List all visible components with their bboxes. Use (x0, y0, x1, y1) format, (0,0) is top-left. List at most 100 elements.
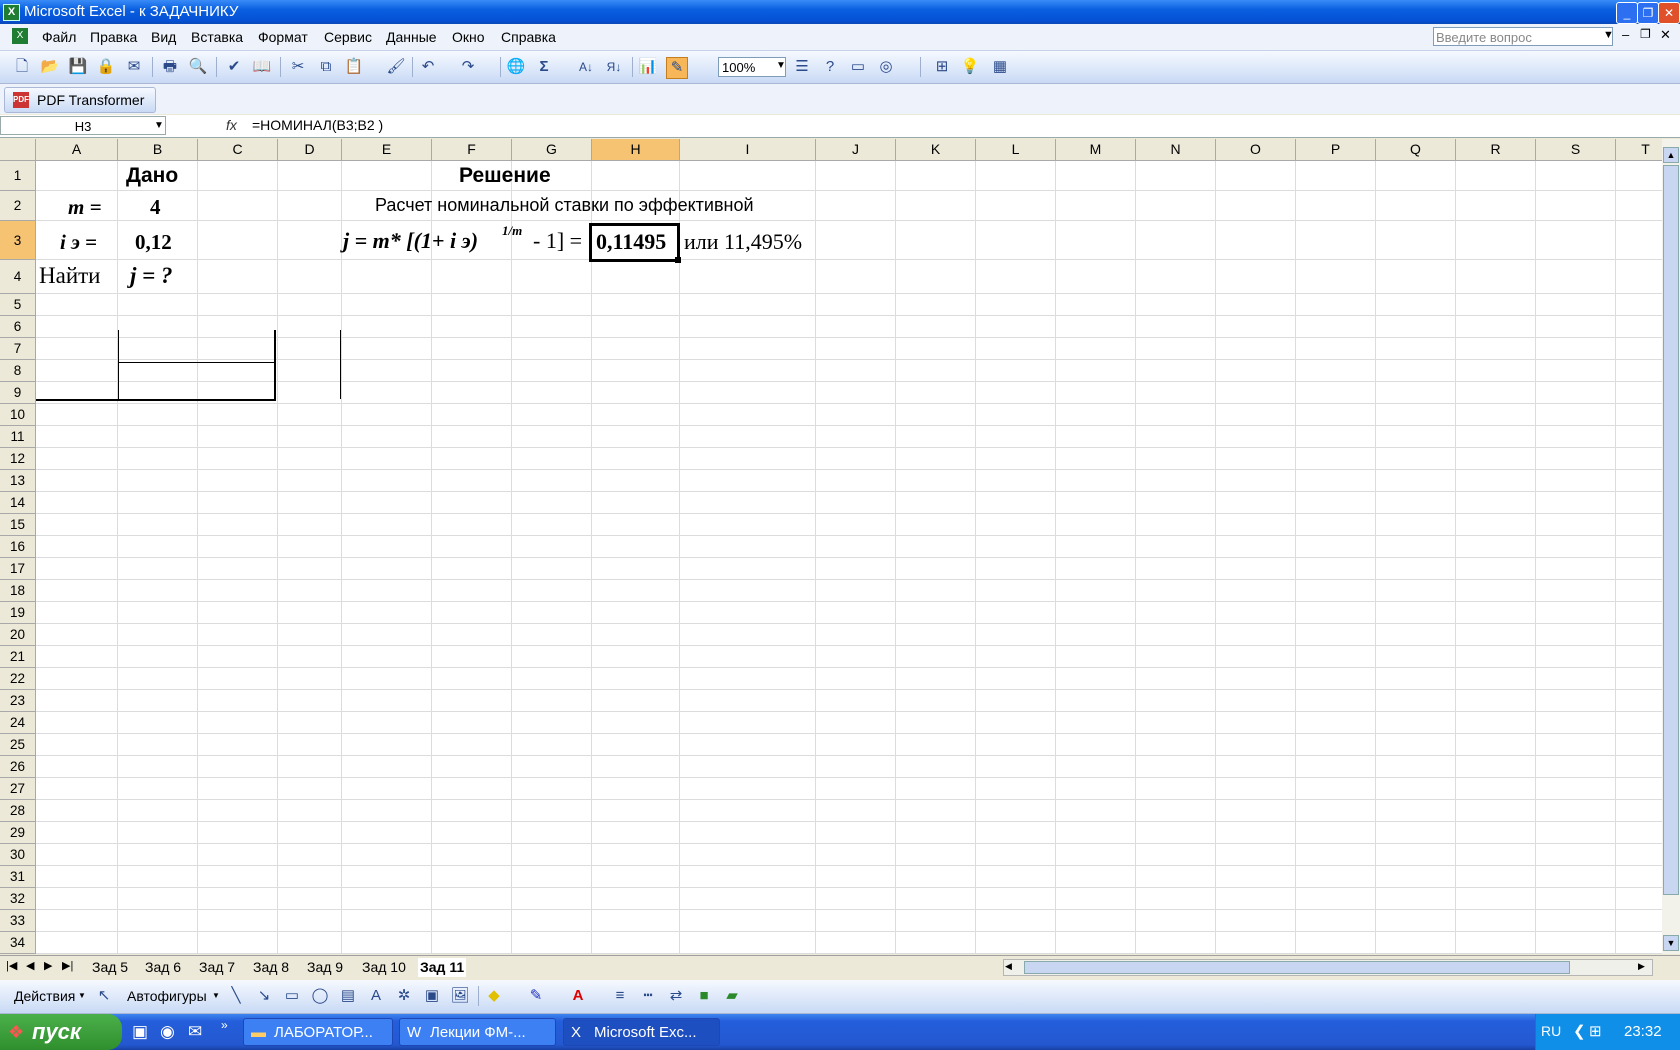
column-header-I[interactable]: I (680, 139, 816, 161)
row-header-4[interactable]: 4 (0, 260, 36, 294)
cell-E2[interactable]: Расчет номинальной ставки по эффективной (375, 195, 754, 216)
column-header-Q[interactable]: Q (1376, 139, 1456, 161)
fill-handle[interactable] (675, 257, 681, 263)
cell-A2[interactable]: m = (68, 195, 102, 220)
zoom-dropdown-arrow-icon[interactable]: ▼ (776, 60, 786, 71)
row-header-26[interactable]: 26 (0, 756, 36, 778)
research-icon[interactable]: 📖 (252, 57, 272, 77)
pdf-transformer-button[interactable]: PDF PDF Transformer (4, 87, 156, 113)
scroll-down-arrow-icon[interactable]: ▼ (1663, 935, 1679, 951)
column-header-L[interactable]: L (976, 139, 1056, 161)
quicklaunch-email-icon[interactable]: ✉ (188, 1022, 202, 1042)
sheet-tab[interactable]: Зад 7 (197, 958, 237, 977)
row-header-12[interactable]: 12 (0, 448, 36, 470)
scroll-right-arrow-icon[interactable]: ▶ (1638, 961, 1645, 972)
autoshapes-dropdown-icon[interactable]: ▼ (212, 991, 220, 1000)
arrow-icon[interactable]: ↘ (254, 986, 274, 1006)
scroll-left-arrow-icon[interactable]: ◀ (1005, 961, 1012, 972)
ask-question-input[interactable]: Введите вопрос (1433, 27, 1613, 46)
open-icon[interactable]: 📂 (40, 57, 60, 77)
3d-icon[interactable]: ▰ (722, 986, 742, 1006)
dash-style-icon[interactable]: ┅ (638, 986, 658, 1006)
row-header-15[interactable]: 15 (0, 514, 36, 536)
insert-function-icon[interactable]: fx (226, 117, 237, 133)
picture-icon[interactable]: 🖼 (450, 986, 470, 1006)
column-header-G[interactable]: G (512, 139, 592, 161)
row-header-28[interactable]: 28 (0, 800, 36, 822)
cell-B2[interactable]: 4 (150, 195, 161, 220)
row-header-5[interactable]: 5 (0, 294, 36, 316)
formula-input[interactable]: =НОМИНАЛ(B3;B2 ) (252, 117, 383, 133)
tray-arrow-icon[interactable]: ❮ (1573, 1022, 1586, 1040)
chart-wizard-icon[interactable]: 📊 (638, 57, 658, 77)
workbook-icon[interactable]: X (12, 28, 28, 44)
row-header-33[interactable]: 33 (0, 910, 36, 932)
cell-B1[interactable]: Дано (126, 164, 178, 188)
new-icon[interactable]: 🗋 (12, 57, 32, 77)
minimize-button[interactable]: _ (1616, 2, 1638, 24)
line-style-icon[interactable]: ≡ (610, 986, 630, 1006)
row-header-30[interactable]: 30 (0, 844, 36, 866)
line-color-icon[interactable]: ✎ (526, 986, 546, 1006)
row-header-18[interactable]: 18 (0, 580, 36, 602)
permission-icon[interactable]: 🔒 (96, 57, 116, 77)
row-header-1[interactable]: 1 (0, 161, 36, 191)
column-header-O[interactable]: O (1216, 139, 1296, 161)
spelling-icon[interactable]: ✔ (224, 57, 244, 77)
active-cell-H3[interactable]: 0,11495 (589, 223, 680, 262)
task-folder[interactable]: ▬ ЛАБОРАТОР... (243, 1018, 393, 1046)
sheet-tab[interactable]: Зад 9 (305, 958, 345, 977)
row-header-3[interactable]: 3 (0, 221, 36, 260)
row-header-10[interactable]: 10 (0, 404, 36, 426)
row-header-8[interactable]: 8 (0, 360, 36, 382)
row-header-29[interactable]: 29 (0, 822, 36, 844)
next-sheet-arrow-icon[interactable]: ▶ (44, 959, 52, 972)
hyperlink-icon[interactable]: 🌐 (506, 57, 526, 77)
print-icon[interactable]: 🖶 (160, 57, 180, 77)
quicklaunch-more-icon[interactable]: » (221, 1018, 228, 1032)
row-header-13[interactable]: 13 (0, 470, 36, 492)
name-box-dropdown-icon[interactable]: ▼ (154, 120, 164, 131)
network-icon[interactable]: ⊞ (1589, 1022, 1602, 1040)
first-sheet-arrow-icon[interactable]: |◀ (6, 959, 17, 972)
sheet-tab-active[interactable]: Зад 11 (418, 958, 467, 977)
excel-app-icon[interactable]: X (3, 4, 20, 21)
horizontal-scroll-thumb[interactable] (1024, 961, 1570, 974)
camera-icon[interactable]: ◎ (876, 57, 896, 77)
drawing-toggle-icon[interactable]: ✎ (666, 57, 688, 79)
column-header-K[interactable]: K (896, 139, 976, 161)
menu-format[interactable]: Формат (258, 29, 308, 45)
cut-icon[interactable]: ✂ (288, 57, 308, 77)
menu-insert[interactable]: Вставка (191, 29, 243, 45)
diagram-icon[interactable]: ✲ (394, 986, 414, 1006)
doc-minimize-button[interactable]: – (1622, 27, 1629, 42)
autoshapes-menu[interactable]: Автофигуры (127, 988, 207, 1004)
format-painter-icon[interactable]: 🖌 (386, 57, 406, 77)
row-header-22[interactable]: 22 (0, 668, 36, 690)
menu-bar-icon[interactable]: ☰ (792, 57, 812, 77)
help-icon[interactable]: ? (820, 57, 840, 77)
spreadsheet-grid[interactable]: ABCDEFGHIJKLMNOPQRST 1 2 3 4 5 6 7 8 9 10 11 12 13 14… (0, 139, 1662, 954)
font-color-icon[interactable]: A (568, 986, 588, 1006)
save-icon[interactable]: 💾 (68, 57, 88, 77)
column-header-P[interactable]: P (1296, 139, 1376, 161)
cell-A3[interactable]: i э = (60, 230, 97, 255)
column-header-R[interactable]: R (1456, 139, 1536, 161)
page-icon[interactable]: ▭ (848, 57, 868, 77)
row-header-7[interactable]: 7 (0, 338, 36, 360)
scroll-up-arrow-icon[interactable]: ▲ (1663, 147, 1679, 163)
prev-sheet-arrow-icon[interactable]: ◀ (26, 959, 34, 972)
column-header-M[interactable]: M (1056, 139, 1136, 161)
row-header-19[interactable]: 19 (0, 602, 36, 624)
row-header-21[interactable]: 21 (0, 646, 36, 668)
task-excel[interactable]: X Microsoft Exc... (563, 1018, 720, 1046)
menu-window[interactable]: Окно (452, 29, 485, 45)
task-word[interactable]: W Лекции ФМ-... (399, 1018, 556, 1046)
row-header-20[interactable]: 20 (0, 624, 36, 646)
redo-icon[interactable]: ↷ (458, 57, 478, 77)
row-header-9[interactable]: 9 (0, 382, 36, 404)
shadow-icon[interactable]: ■ (694, 986, 714, 1006)
cell-B4[interactable]: j = ? (130, 263, 173, 289)
paste-icon[interactable]: 📋 (344, 57, 364, 77)
clipart-icon[interactable]: ▣ (422, 986, 442, 1006)
